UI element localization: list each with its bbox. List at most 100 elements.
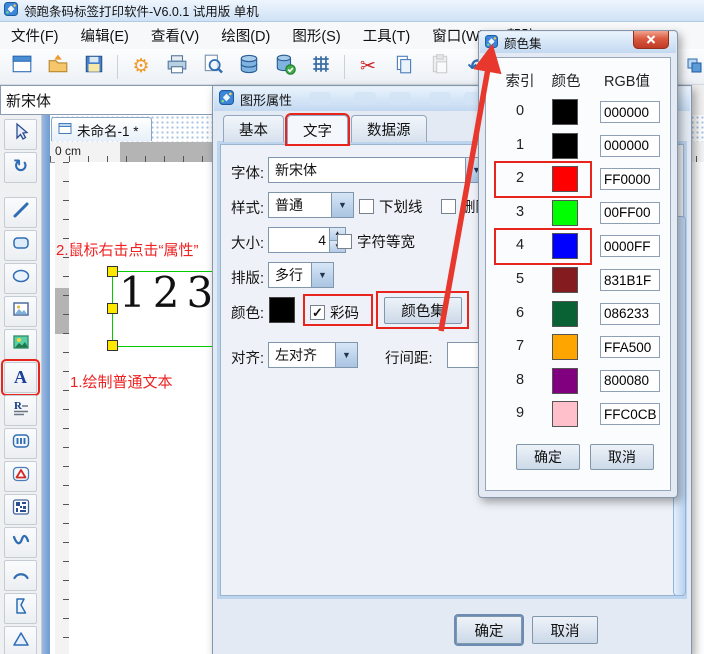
color-swatch-1[interactable] <box>552 132 578 159</box>
menu-item-5[interactable]: 工具(T) <box>352 22 422 49</box>
colorset-button[interactable]: 颜色集 <box>384 297 462 324</box>
chevron-down-icon[interactable]: ▼ <box>311 263 333 287</box>
grid-button[interactable] <box>306 53 336 81</box>
rgb-input-4[interactable] <box>600 235 660 258</box>
rgb-input-2[interactable] <box>600 168 660 191</box>
checkbox-box[interactable] <box>441 199 456 214</box>
polygon-tool-icon <box>11 596 31 621</box>
monospace-checkbox[interactable]: 字符等宽 <box>337 231 415 252</box>
tab-datasource[interactable]: 数据源 <box>351 115 427 142</box>
arc-tool-icon <box>11 563 31 588</box>
picture-tool-button[interactable] <box>4 296 37 327</box>
open-folder-button[interactable] <box>43 53 73 81</box>
qrcode-tool-button[interactable] <box>4 494 37 525</box>
colors-cancel-button[interactable]: 取消 <box>590 444 654 470</box>
copy-button[interactable] <box>389 53 419 81</box>
text-tool-button[interactable]: A <box>1 359 40 396</box>
titlebar-reflection <box>354 92 376 105</box>
color-swatch-7[interactable] <box>552 334 578 361</box>
line-tool-icon <box>11 200 31 225</box>
rich-text-tool-button[interactable]: R <box>4 395 37 426</box>
database-check-button[interactable] <box>270 53 300 81</box>
print-preview-button[interactable] <box>198 53 228 81</box>
menu-item-2[interactable]: 查看(V) <box>140 22 210 49</box>
color-swatch-8[interactable] <box>552 367 578 394</box>
font-select[interactable]: 新宋体 ▼ <box>268 157 488 183</box>
rotate-tool-button[interactable]: ↻ <box>4 152 37 183</box>
chevron-down-icon[interactable]: ▼ <box>331 193 353 217</box>
settings-gear-button[interactable]: ⚙ <box>126 53 156 81</box>
cut-icon: ✂ <box>360 54 376 77</box>
current-color-swatch[interactable] <box>269 297 295 323</box>
menu-item-3[interactable]: 绘图(D) <box>210 22 281 49</box>
rounded-rect-tool-button[interactable] <box>4 230 37 261</box>
text-tool-icon: A <box>14 366 27 387</box>
cut-button[interactable]: ✂ <box>353 53 383 81</box>
style-select[interactable]: 普通 ▼ <box>268 192 354 218</box>
image-tool-button[interactable] <box>4 329 37 360</box>
arc-tool-button[interactable] <box>4 560 37 591</box>
select-tool-button[interactable] <box>4 119 37 150</box>
checkbox-check-icon[interactable]: ✓ <box>310 305 325 320</box>
underline-checkbox[interactable]: 下划线 <box>359 196 423 217</box>
ellipse-tool-button[interactable] <box>4 263 37 294</box>
vertical-ruler <box>55 162 70 654</box>
resize-handle-bottom-left[interactable] <box>107 340 118 351</box>
line-tool-button[interactable] <box>4 197 37 228</box>
size-spinner[interactable]: 4 ▲▼ <box>268 227 346 253</box>
color-swatch-6[interactable] <box>552 300 578 327</box>
resize-handle-top-left[interactable] <box>107 266 118 277</box>
props-ok-button[interactable]: 确定 <box>456 616 522 644</box>
menu-item-1[interactable]: 编辑(E) <box>70 22 140 49</box>
print-button[interactable] <box>162 53 192 81</box>
curve-tool-button[interactable] <box>4 527 37 558</box>
close-button[interactable] <box>633 31 669 49</box>
annotation-step1: 1.绘制普通文本 <box>70 374 173 391</box>
color-index-5: 5 <box>515 271 525 287</box>
tab-basic[interactable]: 基本 <box>223 115 284 142</box>
shape-badge-tool-button[interactable] <box>4 461 37 492</box>
color-swatch-9[interactable] <box>552 401 578 428</box>
colorcode-checkbox[interactable]: ✓ 彩码 <box>310 302 359 323</box>
rgb-input-0[interactable] <box>600 101 660 123</box>
tab-text[interactable]: 文字 <box>285 113 350 146</box>
color-swatch-3[interactable] <box>552 199 578 226</box>
menu-item-4[interactable]: 图形(S) <box>281 22 351 49</box>
color-swatch-5[interactable] <box>552 267 578 293</box>
rgb-input-9[interactable] <box>600 403 660 426</box>
image-tool-icon <box>11 332 31 357</box>
chevron-down-icon[interactable]: ▼ <box>335 343 357 367</box>
rgb-input-1[interactable] <box>600 134 660 157</box>
rgb-input-7[interactable] <box>600 336 660 359</box>
rgb-input-3[interactable] <box>600 201 660 224</box>
new-document-button[interactable] <box>7 53 37 81</box>
select-tool-icon <box>11 122 31 147</box>
polygon-tool-button[interactable] <box>4 593 37 624</box>
bring-front-icon[interactable] <box>685 56 703 74</box>
colors-ok-button[interactable]: 确定 <box>516 444 580 470</box>
align-select[interactable]: 左对齐 ▼ <box>268 342 358 368</box>
barcode-tool-button[interactable] <box>4 428 37 459</box>
rgb-input-5[interactable] <box>600 269 660 291</box>
font-label: 字体: <box>231 166 265 182</box>
colorset-highlight-box: 颜色集 <box>376 291 469 329</box>
props-dialog-icon <box>219 90 234 108</box>
column-header-color: 颜色 <box>551 74 581 90</box>
document-tab[interactable]: 未命名-1 * <box>51 117 152 141</box>
layout-select[interactable]: 多行 ▼ <box>268 262 334 288</box>
save-button[interactable] <box>79 53 109 81</box>
database-button[interactable] <box>234 53 264 81</box>
color-swatch-0[interactable] <box>552 99 578 125</box>
props-cancel-button[interactable]: 取消 <box>532 616 598 644</box>
checkbox-box[interactable] <box>337 234 352 249</box>
font-family-combo[interactable]: 新宋体 <box>0 85 216 115</box>
ruler-origin-label: 0 cm <box>55 144 82 158</box>
rgb-input-6[interactable] <box>600 302 660 325</box>
shape-badge-tool-icon <box>11 464 31 489</box>
menu-item-0[interactable]: 文件(F) <box>0 22 70 49</box>
resize-handle-mid-left[interactable] <box>107 303 118 314</box>
triangle-tool-button[interactable] <box>4 626 37 654</box>
rgb-input-8[interactable] <box>600 369 660 392</box>
checkbox-box[interactable] <box>359 199 374 214</box>
paste-button <box>425 53 455 81</box>
